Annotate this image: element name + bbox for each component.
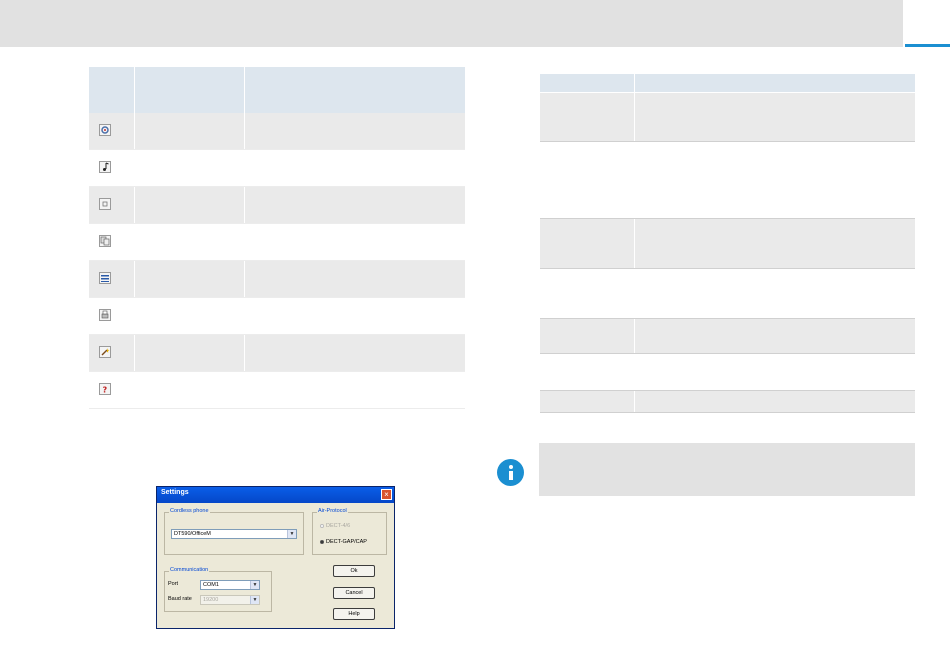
protocol-option-dect46[interactable]: DECT-4/6 — [320, 523, 350, 529]
cancel-button[interactable]: Cancel — [333, 587, 375, 599]
help-button[interactable]: Help — [333, 608, 375, 620]
radio-selected-icon — [320, 539, 324, 544]
info-icon — [497, 459, 524, 486]
port-label: Port — [168, 581, 179, 587]
right-table-header — [540, 74, 915, 92]
baud-rate-select[interactable]: 19200 ▼ — [200, 595, 260, 605]
baud-rate-label: Baud rate — [168, 596, 192, 602]
cordless-phone-group: Cordless phone DT590/OfficeM ▼ — [164, 508, 304, 555]
phone-model-select[interactable]: DT590/OfficeM ▼ — [171, 529, 297, 539]
communication-label: Communication — [169, 567, 210, 573]
settings-icon — [99, 124, 111, 136]
icon-table-row — [89, 261, 465, 298]
right-table-row — [540, 93, 915, 142]
right-table-row — [540, 319, 915, 354]
list-icon — [99, 272, 111, 284]
chevron-down-icon[interactable]: ▼ — [287, 530, 296, 538]
wizard-icon — [99, 346, 111, 358]
header-accent-line — [905, 44, 950, 47]
printer-icon — [99, 309, 111, 321]
communication-group: Communication Port COM1 ▼ Baud rate 1920… — [164, 567, 272, 612]
icon-table-row — [89, 224, 465, 261]
copy-document-icon — [99, 235, 111, 247]
icon-table-row — [89, 187, 465, 224]
icon-table-row — [89, 150, 465, 187]
chevron-down-icon[interactable]: ▼ — [250, 596, 259, 604]
right-table-row — [540, 219, 915, 269]
port-select[interactable]: COM1 ▼ — [200, 580, 260, 590]
music-note-icon — [99, 161, 111, 173]
right-table-row — [540, 142, 915, 219]
chevron-down-icon[interactable]: ▼ — [250, 581, 259, 589]
port-value: COM1 — [203, 582, 219, 588]
dialog-title-bar: Settings × — [157, 487, 394, 503]
icon-table-row — [89, 113, 465, 150]
radio-icon — [320, 523, 324, 528]
phone-model-value: DT590/OfficeM — [174, 531, 211, 537]
blank-window-icon — [99, 198, 111, 210]
close-icon[interactable]: × — [381, 489, 392, 500]
right-table-row — [540, 391, 915, 413]
ok-button[interactable]: Ok — [333, 565, 375, 577]
right-table-row — [540, 354, 915, 391]
protocol-option-label: DECT-GAP/CAP — [326, 539, 367, 545]
cordless-phone-label: Cordless phone — [169, 508, 210, 514]
dialog-title: Settings — [161, 489, 189, 496]
info-note-box — [539, 443, 915, 496]
settings-dialog: Settings × Cordless phone DT590/OfficeM … — [156, 486, 395, 629]
baud-rate-value: 19200 — [203, 597, 219, 603]
icon-table-row: ? — [89, 372, 465, 409]
icon-table-header — [89, 67, 465, 113]
svg-text:?: ? — [103, 386, 108, 395]
help-icon: ? — [99, 383, 111, 395]
icon-table-row — [89, 335, 465, 372]
protocol-option-gap[interactable]: DECT-GAP/CAP — [320, 539, 367, 545]
protocol-option-label: DECT-4/6 — [326, 523, 351, 529]
toolbar-icon-table: ? — [89, 67, 465, 409]
icon-table-row — [89, 298, 465, 335]
page-header-bar — [0, 0, 903, 47]
air-protocol-label: Air-Protocol — [317, 508, 348, 514]
right-table-row — [540, 269, 915, 319]
air-protocol-group: Air-Protocol DECT-4/6 DECT-GAP/CAP — [312, 508, 387, 555]
